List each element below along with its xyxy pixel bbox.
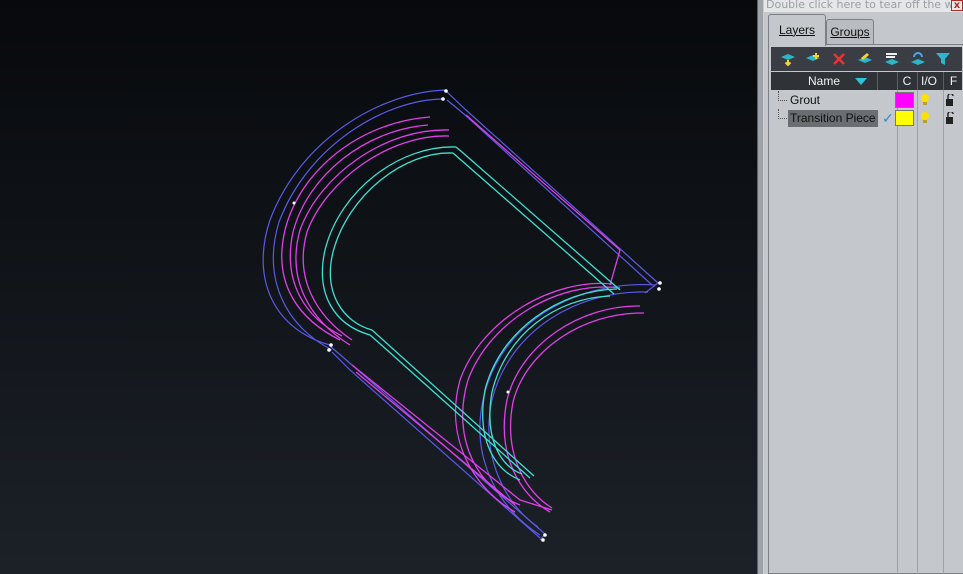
layer-row-transition-piece[interactable]: Transition Piece ✓	[771, 109, 962, 127]
layer-name[interactable]: Transition Piece	[788, 110, 878, 127]
lock-icon[interactable]	[945, 92, 955, 110]
tree-connector	[778, 109, 787, 119]
grout-edge-1	[351, 364, 553, 511]
top-edge	[446, 91, 659, 294]
layer-properties-icon[interactable]	[854, 49, 877, 69]
transition-arc-4	[489, 295, 611, 475]
inner-arc-2	[488, 291, 649, 528]
sort-down-icon[interactable]	[855, 78, 867, 85]
tear-off-bar[interactable]: Double click here to tear off the wi	[764, 0, 963, 12]
layer-name[interactable]: Grout	[788, 92, 822, 109]
top-edge-inner	[446, 99, 653, 286]
column-on-off[interactable]: I/O	[917, 72, 940, 90]
layer-list-header: Name C I/O F	[771, 72, 962, 90]
grout-edge-3	[465, 114, 621, 286]
transition-layer-geometry	[321, 146, 621, 481]
lightbulb-on-icon[interactable]	[919, 93, 931, 110]
drawing-viewport[interactable]	[0, 0, 757, 574]
add-layer-icon[interactable]	[802, 49, 825, 69]
layer-color-swatch[interactable]	[895, 92, 914, 108]
grout-arc-1	[281, 116, 431, 341]
column-divider	[897, 90, 898, 574]
layer-panel: Double click here to tear off the wi x L…	[764, 0, 963, 574]
column-color[interactable]: C	[897, 72, 916, 90]
layers-tab-body: Name C I/O F Grout Transition Piece ✓	[768, 44, 963, 574]
close-button[interactable]: x	[951, 0, 963, 11]
tab-groups-label: Groups	[830, 25, 870, 39]
current-layer-check-icon: ✓	[882, 110, 894, 126]
new-layer-icon[interactable]	[776, 49, 799, 69]
grout-arc-4	[302, 135, 450, 341]
outline-layer-geometry	[262, 89, 659, 541]
grout-edge-2	[355, 371, 516, 506]
layer-states-icon[interactable]	[880, 49, 903, 69]
transition-arc-3	[482, 288, 618, 481]
filter-icon[interactable]	[932, 49, 955, 69]
transition-edge-1	[455, 146, 621, 291]
lightbulb-on-icon[interactable]	[919, 111, 931, 128]
outer-arc-inner	[272, 98, 443, 351]
column-divider	[917, 90, 918, 574]
layer-row-grout[interactable]: Grout	[771, 91, 962, 109]
delete-layer-icon[interactable]	[828, 49, 851, 69]
transition-arc-1	[321, 146, 457, 336]
transition-arc-2	[329, 152, 454, 331]
refresh-layers-icon[interactable]	[906, 49, 929, 69]
layer-toolbar	[771, 47, 962, 71]
panel-splitter[interactable]	[757, 0, 764, 574]
layer-color-swatch[interactable]	[895, 110, 914, 126]
tab-groups[interactable]: Groups	[826, 19, 874, 44]
cad-drawing	[262, 89, 662, 542]
tab-layers[interactable]: Layers	[768, 14, 826, 46]
grout-arc-3	[295, 129, 450, 346]
column-freeze[interactable]: F	[943, 72, 963, 90]
lock-icon[interactable]	[945, 110, 955, 128]
bottom-edge-inner	[331, 351, 541, 539]
tab-layers-label: Layers	[778, 23, 816, 37]
tree-connector	[778, 91, 787, 101]
column-divider	[943, 90, 944, 574]
grout-arc-8	[509, 312, 645, 509]
